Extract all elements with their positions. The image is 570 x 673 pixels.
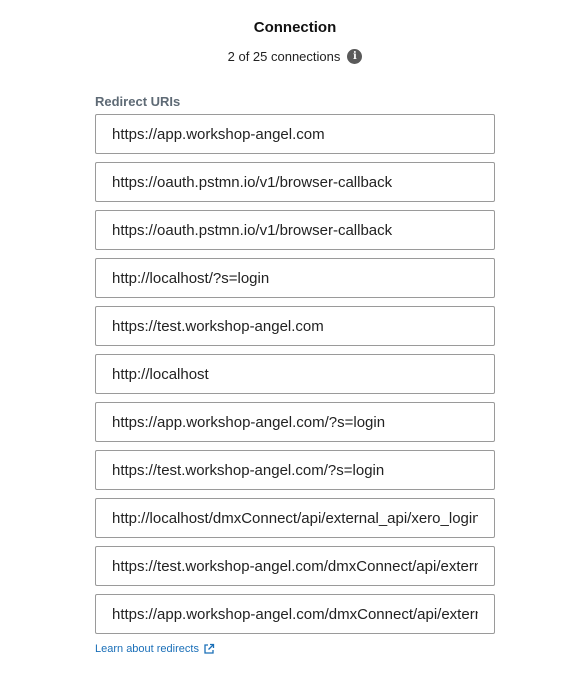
redirect-uri-field[interactable] bbox=[95, 354, 495, 394]
redirect-uri-field[interactable] bbox=[95, 546, 495, 586]
redirect-uri-field[interactable] bbox=[95, 210, 495, 250]
redirect-uri-list bbox=[95, 114, 495, 642]
redirect-uri-field[interactable] bbox=[95, 594, 495, 634]
learn-about-redirects-link[interactable]: Learn about redirects bbox=[95, 643, 215, 655]
redirect-uri-field[interactable] bbox=[95, 258, 495, 298]
external-link-icon bbox=[204, 643, 215, 654]
redirect-uri-field[interactable] bbox=[95, 306, 495, 346]
redirect-uri-field[interactable] bbox=[95, 114, 495, 154]
connection-count: 2 of 25 connections bbox=[227, 49, 341, 64]
connection-count-row: 2 of 25 connections i bbox=[0, 49, 570, 64]
redirect-uris-label: Redirect URIs bbox=[95, 94, 181, 109]
redirect-uri-field[interactable] bbox=[95, 498, 495, 538]
redirect-uri-field[interactable] bbox=[95, 162, 495, 202]
learn-about-redirects-label: Learn about redirects bbox=[95, 643, 199, 655]
page-title: Connection bbox=[253, 19, 337, 36]
info-icon[interactable]: i bbox=[347, 49, 363, 64]
redirect-uri-field[interactable] bbox=[95, 402, 495, 442]
redirect-uri-field[interactable] bbox=[95, 450, 495, 490]
